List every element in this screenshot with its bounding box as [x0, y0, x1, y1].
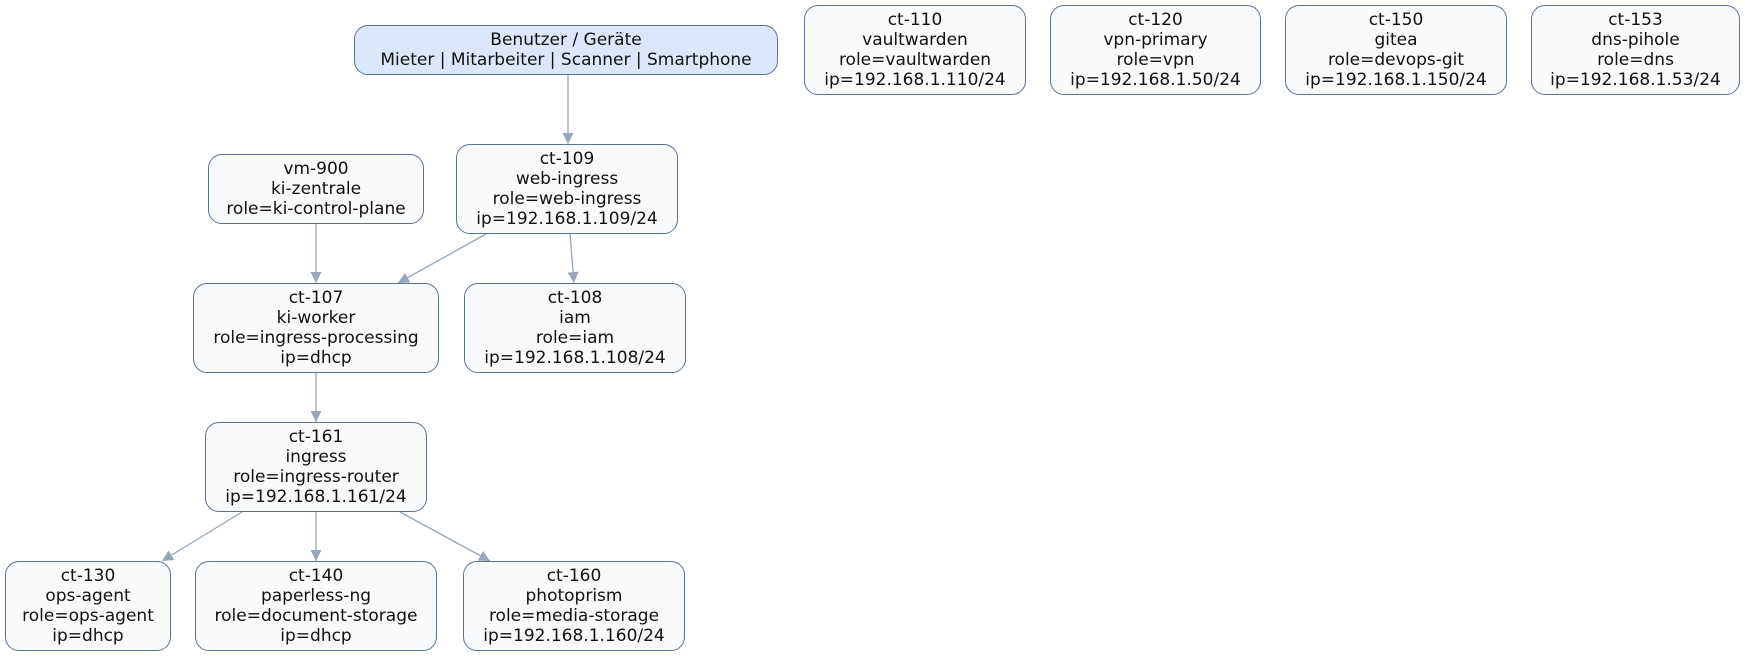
node-ct-110-line-1: vaultwarden — [862, 30, 968, 50]
node-users: Benutzer / Geräte Mieter | Mitarbeiter | … — [354, 25, 778, 75]
node-ct-160-line-3: ip=192.168.1.160/24 — [483, 626, 665, 646]
node-ct-160-line-2: role=media-storage — [488, 606, 660, 626]
node-ct-160-line-1: photoprism — [525, 586, 623, 606]
node-vm-900: vm-900 ki-zentrale role=ki-control-plane — [208, 154, 424, 224]
node-ct-108-line-0: ct-108 — [547, 288, 603, 308]
node-ct-150-line-1: gitea — [1374, 30, 1418, 50]
node-ct-140-line-1: paperless-ng — [260, 586, 372, 606]
node-ct-161: ct-161 ingress role=ingress-router ip=192.1… — [205, 422, 427, 512]
node-ct-130-line-3: ip=dhcp — [52, 626, 124, 646]
node-ct-140: ct-140 paperless-ng role=document-storage i… — [195, 561, 437, 651]
node-ct-107-line-2: role=ingress-processing — [213, 328, 419, 348]
node-ct-140-line-2: role=document-storage — [214, 606, 418, 626]
node-ct-120-line-1: vpn-primary — [1103, 30, 1208, 50]
node-ct-153-line-0: ct-153 — [1608, 10, 1663, 30]
node-ct-120: ct-120 vpn-primary role=vpn ip=192.168.1.50… — [1050, 5, 1261, 95]
node-ct-153-line-3: ip=192.168.1.53/24 — [1550, 70, 1721, 90]
node-ct-107-line-1: ki-worker — [276, 308, 356, 328]
node-ct-109: ct-109 web-ingress role=web-ingress ip=192.… — [456, 144, 678, 234]
node-vm-900-line-1: ki-zentrale — [270, 179, 362, 199]
node-ct-108-line-1: iam — [559, 308, 591, 328]
node-ct-108-line-2: role=iam — [535, 328, 615, 348]
node-ct-120-line-3: ip=192.168.1.50/24 — [1070, 70, 1241, 90]
node-ct-108-line-3: ip=192.168.1.108/24 — [484, 348, 666, 368]
edge-ct-161-to-ct-130 — [161, 511, 243, 562]
node-ct-120-line-2: role=vpn — [1116, 50, 1195, 70]
node-ct-107-line-3: ip=dhcp — [280, 348, 352, 368]
node-users-line-0: Benutzer / Geräte — [490, 30, 642, 50]
node-ct-153-line-2: role=dns — [1597, 50, 1674, 70]
node-ct-130-line-1: ops-agent — [45, 586, 131, 606]
node-ct-161-line-1: ingress — [285, 447, 347, 467]
node-ct-120-line-0: ct-120 — [1128, 10, 1183, 30]
node-ct-161-line-2: role=ingress-router — [233, 467, 399, 487]
node-ct-110-line-2: role=vaultwarden — [838, 50, 992, 70]
node-ct-150-line-3: ip=192.168.1.150/24 — [1305, 70, 1487, 90]
node-ct-160: ct-160 photoprism role=media-storage ip=192… — [463, 561, 685, 651]
edge-ct-109-to-ct-108 — [567, 233, 579, 284]
node-ct-161-line-3: ip=192.168.1.161/24 — [225, 487, 407, 507]
node-ct-150: ct-150 gitea role=devops-git ip=192.168.1.1… — [1285, 5, 1507, 95]
node-ct-150-line-2: role=devops-git — [1327, 50, 1465, 70]
node-ct-109-line-1: web-ingress — [515, 169, 619, 189]
node-ct-110: ct-110 vaultwarden role=vaultwarden ip=192.… — [804, 5, 1026, 95]
node-vm-900-line-0: vm-900 — [283, 159, 349, 179]
node-vm-900-line-2: role=ki-control-plane — [226, 199, 406, 219]
node-ct-150-line-0: ct-150 — [1368, 10, 1424, 30]
node-ct-109-line-2: role=web-ingress — [492, 189, 642, 209]
node-ct-130-line-2: role=ops-agent — [22, 606, 154, 626]
node-ct-107-line-0: ct-107 — [288, 288, 344, 308]
node-ct-110-line-3: ip=192.168.1.110/24 — [824, 70, 1006, 90]
node-ct-153: ct-153 dns-pihole role=dns ip=192.168.1.53/… — [1531, 5, 1740, 95]
node-ct-153-line-1: dns-pihole — [1591, 30, 1680, 50]
edge-ct-161-to-ct-160 — [399, 511, 491, 562]
node-ct-109-line-3: ip=192.168.1.109/24 — [476, 209, 658, 229]
node-ct-130: ct-130 ops-agent role=ops-agent ip=dhcp — [5, 561, 171, 651]
node-users-line-1: Mieter | Mitarbeiter | Scanner | Smartph… — [380, 50, 752, 70]
node-ct-140-line-3: ip=dhcp — [280, 626, 352, 646]
node-ct-130-line-0: ct-130 — [60, 566, 116, 586]
edge-ct-109-to-ct-107 — [397, 233, 487, 284]
node-ct-107: ct-107 ki-worker role=ingress-processing ip… — [193, 283, 439, 373]
node-ct-161-line-0: ct-161 — [288, 427, 344, 447]
node-ct-160-line-0: ct-160 — [546, 566, 602, 586]
node-ct-109-line-0: ct-109 — [539, 149, 595, 169]
node-ct-140-line-0: ct-140 — [288, 566, 344, 586]
node-ct-108: ct-108 iam role=iam ip=192.168.1.108/24 — [464, 283, 686, 373]
node-ct-110-line-0: ct-110 — [887, 10, 943, 30]
